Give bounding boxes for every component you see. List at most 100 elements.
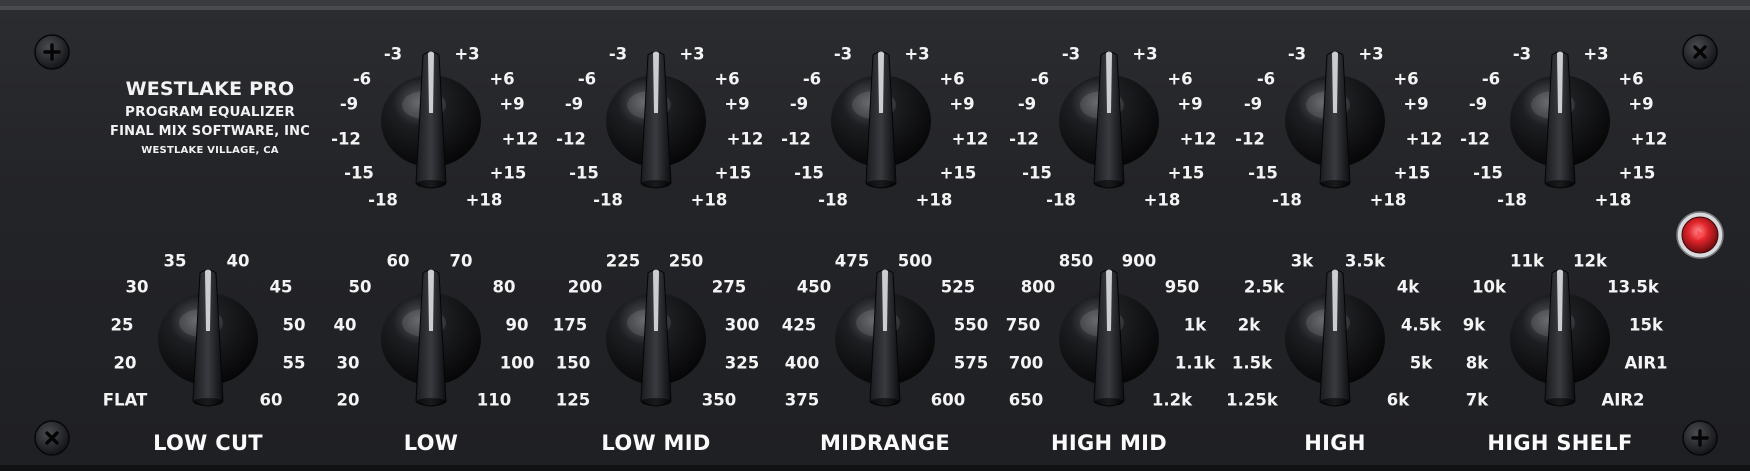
gain-low-mid-tick-label: +6: [939, 69, 965, 89]
freq-high-mid-tick-label: 900: [1121, 251, 1157, 271]
freq-high-knob[interactable]: [1270, 261, 1400, 411]
gain-low-mid-tick-label: +9: [949, 94, 975, 114]
freq-high-mid-tick-label: 750: [1005, 315, 1041, 335]
power-led-indicator[interactable]: [1675, 210, 1725, 260]
gain-low-mid-knob[interactable]: [816, 43, 946, 193]
low-cut-band-label: LOW CUT: [153, 431, 263, 455]
screw-icon: [1682, 420, 1718, 456]
high-shelf-band-label: HIGH SHELF: [1487, 431, 1633, 455]
freq-high-shelf-knob[interactable]: [1495, 261, 1625, 411]
gain-high-knob[interactable]: [1495, 43, 1625, 193]
freq-midrange-tick-label: 500: [897, 251, 933, 271]
gain-high-mid-tick-label: +9: [1403, 94, 1429, 114]
gain-high-mid-tick-label: -6: [1256, 69, 1276, 89]
gain-low-mid-tick-label: -3: [833, 44, 853, 64]
freq-midrange-tick-label: 550: [953, 315, 989, 335]
freq-midrange-tick-label: 575: [953, 353, 989, 373]
high-mid-band-label: HIGH MID: [1050, 431, 1168, 455]
freq-low-tick-label: 20: [336, 390, 360, 410]
freq-high-shelf-tick-label: 9k: [1462, 315, 1486, 335]
freq-low-tick-label: 100: [499, 353, 535, 373]
gain-low-cut-tick-label: +15: [489, 163, 527, 183]
gain-low-cut-tick-label: +6: [489, 69, 515, 89]
freq-low-cut-tick-label: 40: [226, 251, 250, 271]
brand-title: WESTLAKE PRO: [125, 78, 295, 100]
gain-low-cut-knob[interactable]: [366, 43, 496, 193]
gain-high-tick-label: -3: [1512, 44, 1532, 64]
brand-company: FINAL MIX SOFTWARE, INC: [110, 124, 310, 139]
freq-high-mid-tick-label: 800: [1020, 277, 1056, 297]
gain-low-tick-label: +12: [726, 129, 764, 149]
freq-low-mid-tick-label: 325: [724, 353, 760, 373]
freq-low-cut-knob[interactable]: [143, 261, 273, 411]
screw-icon: [34, 420, 70, 456]
freq-low-mid-tick-label: 125: [555, 390, 591, 410]
gain-midrange-tick-label: +12: [1179, 129, 1217, 149]
gain-high-tick-label: -18: [1497, 190, 1527, 210]
freq-midrange-tick-label: 525: [940, 277, 976, 297]
gain-low-cut-tick-label: -6: [352, 69, 372, 89]
gain-low-tick-label: +3: [679, 44, 705, 64]
gain-low-cut-tick-label: +12: [501, 129, 539, 149]
freq-high-tick-label: 1.5k: [1231, 353, 1273, 373]
freq-high-shelf-tick-label: AIR1: [1624, 353, 1668, 373]
gain-low-tick-label: -18: [593, 190, 623, 210]
freq-midrange-tick-label: 450: [796, 277, 832, 297]
freq-midrange-tick-label: 425: [781, 315, 817, 335]
gain-high-mid-knob[interactable]: [1270, 43, 1400, 193]
freq-low-tick-label: 110: [476, 390, 512, 410]
freq-high-tick-label: 3.5k: [1344, 251, 1386, 271]
freq-low-knob[interactable]: [366, 261, 496, 411]
gain-low-mid-tick-label: -15: [794, 163, 824, 183]
gain-low-mid-tick-label: +18: [915, 190, 953, 210]
gain-low-knob[interactable]: [591, 43, 721, 193]
gain-midrange-knob[interactable]: [1044, 43, 1174, 193]
freq-low-mid-tick-label: 275: [711, 277, 747, 297]
freq-midrange-tick-label: 475: [834, 251, 870, 271]
freq-low-mid-knob[interactable]: [591, 261, 721, 411]
gain-low-cut-tick-label: -12: [331, 129, 361, 149]
gain-high-tick-label: +15: [1618, 163, 1656, 183]
freq-high-tick-label: 4k: [1396, 277, 1420, 297]
freq-midrange-tick-label: 600: [930, 390, 966, 410]
freq-low-mid-tick-label: 200: [567, 277, 603, 297]
freq-high-mid-tick-label: 1k: [1183, 315, 1207, 335]
gain-high-tick-label: -15: [1473, 163, 1503, 183]
screw-icon: [1682, 34, 1718, 70]
freq-midrange-tick-label: 400: [784, 353, 820, 373]
freq-low-cut-tick-label: 45: [269, 277, 293, 297]
freq-low-mid-tick-label: 250: [668, 251, 704, 271]
freq-high-mid-tick-label: 650: [1008, 390, 1044, 410]
gain-midrange-tick-label: +6: [1167, 69, 1193, 89]
freq-low-cut-tick-label: 60: [259, 390, 283, 410]
gain-low-mid-tick-label: +15: [939, 163, 977, 183]
freq-high-shelf-tick-label: 12k: [1573, 251, 1607, 271]
gain-midrange-tick-label: +9: [1177, 94, 1203, 114]
freq-high-tick-label: 6k: [1386, 390, 1410, 410]
freq-midrange-knob[interactable]: [820, 261, 950, 411]
gain-high-tick-label: +9: [1628, 94, 1654, 114]
gain-high-mid-tick-label: +3: [1358, 44, 1384, 64]
freq-low-tick-label: 90: [505, 315, 529, 335]
freq-high-tick-label: 5k: [1409, 353, 1433, 373]
freq-low-cut-tick-label: 25: [110, 315, 134, 335]
gain-low-cut-tick-label: -18: [368, 190, 398, 210]
brand-location: WESTLAKE VILLAGE, CA: [141, 145, 279, 156]
gain-low-tick-label: +9: [724, 94, 750, 114]
gain-low-cut-tick-label: -3: [383, 44, 403, 64]
gain-low-tick-label: +18: [690, 190, 728, 210]
gain-low-tick-label: -6: [577, 69, 597, 89]
freq-high-mid-knob[interactable]: [1044, 261, 1174, 411]
gain-high-tick-label: -6: [1481, 69, 1501, 89]
freq-high-shelf-tick-label: AIR2: [1601, 390, 1645, 410]
gain-low-cut-tick-label: +3: [454, 44, 480, 64]
gain-high-mid-tick-label: +12: [1405, 129, 1443, 149]
high-band-label: HIGH: [1304, 431, 1366, 455]
gain-midrange-tick-label: -15: [1022, 163, 1052, 183]
low-band-label: LOW: [403, 431, 459, 455]
gain-low-cut-tick-label: +18: [465, 190, 503, 210]
freq-low-cut-tick-label: 55: [282, 353, 306, 373]
gain-high-tick-label: -12: [1460, 129, 1490, 149]
gain-high-mid-tick-label: +18: [1369, 190, 1407, 210]
gain-high-tick-label: +3: [1583, 44, 1609, 64]
